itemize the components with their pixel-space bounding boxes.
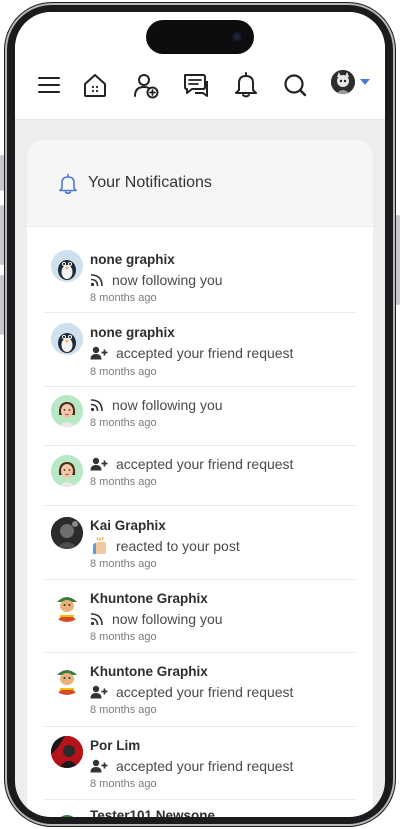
avatar	[51, 663, 83, 695]
notification-action: now following you	[90, 272, 223, 288]
timestamp: 8 months ago	[90, 366, 157, 378]
clap-reaction-icon	[90, 537, 112, 554]
rss-icon	[90, 272, 108, 288]
chevron-down-icon[interactable]	[360, 79, 370, 85]
bell-icon	[57, 173, 79, 200]
notification-item[interactable]: accepted your friend request 8 months ag…	[44, 446, 356, 506]
notification-action: reacted to your post	[90, 537, 240, 554]
action-text: accepted your friend request	[116, 345, 294, 361]
messages-icon[interactable]	[179, 68, 213, 102]
rss-icon	[90, 397, 108, 413]
timestamp: 8 months ago	[90, 417, 157, 429]
notification-sender[interactable]: Tester101 Newsone	[90, 808, 215, 817]
avatar	[51, 736, 83, 768]
timestamp: 8 months ago	[90, 476, 157, 488]
avatar	[51, 250, 83, 282]
notification-item[interactable]: Tester101 Newsone	[44, 800, 356, 817]
page-title: Your Notifications	[88, 174, 212, 191]
add-friend-icon	[90, 684, 112, 700]
notifications-card: Your Notifications none graphix now foll…	[27, 140, 373, 817]
notification-item[interactable]: none graphix accepted your friend reques…	[44, 313, 356, 387]
avatar	[51, 455, 83, 487]
menu-icon[interactable]	[32, 68, 66, 102]
action-text: accepted your friend request	[116, 758, 294, 774]
action-text: now following you	[112, 611, 223, 627]
timestamp: 8 months ago	[90, 292, 157, 304]
notifications-header: Your Notifications	[27, 140, 373, 227]
notification-item[interactable]: Por Lim accepted your friend request 8 m…	[44, 727, 356, 800]
add-friend-icon[interactable]	[129, 68, 163, 102]
search-icon[interactable]	[278, 68, 312, 102]
notification-action: now following you	[90, 611, 223, 627]
timestamp: 8 months ago	[90, 704, 157, 716]
action-text: accepted your friend request	[116, 684, 294, 700]
camera-icon	[232, 32, 242, 42]
notification-sender[interactable]: Por Lim	[90, 738, 140, 753]
action-text: now following you	[112, 272, 223, 288]
timestamp: 8 months ago	[90, 631, 157, 643]
action-text: reacted to your post	[116, 538, 240, 554]
add-friend-icon	[90, 456, 112, 472]
dynamic-island	[146, 20, 254, 54]
notification-sender[interactable]: Khuntone Graphix	[90, 664, 208, 679]
notification-item[interactable]: none graphix now following you 8 months …	[44, 238, 356, 313]
notification-sender[interactable]: Kai Graphix	[90, 518, 166, 533]
timestamp: 8 months ago	[90, 558, 157, 570]
notification-item[interactable]: Khuntone Graphix accepted your friend re…	[44, 653, 356, 727]
notification-action: accepted your friend request	[90, 456, 293, 472]
app-screen: Your Notifications none graphix now foll…	[15, 12, 385, 817]
phone-side-button	[0, 205, 4, 265]
notification-action: accepted your friend request	[90, 758, 293, 774]
notification-action: accepted your friend request	[90, 345, 293, 361]
notification-item[interactable]: Khuntone Graphix now following you 8 mon…	[44, 580, 356, 653]
timestamp: 8 months ago	[90, 778, 157, 790]
notification-sender[interactable]: Khuntone Graphix	[90, 591, 208, 606]
phone-power-button	[396, 215, 400, 305]
phone-side-button	[0, 275, 4, 335]
avatar	[51, 323, 83, 355]
notification-item[interactable]: Kai Graphix reacted to your post 8 month…	[44, 506, 356, 580]
notification-sender[interactable]: none graphix	[90, 252, 175, 267]
notification-action: accepted your friend request	[90, 684, 293, 700]
bell-icon[interactable]	[229, 68, 263, 102]
avatar	[51, 590, 83, 622]
profile-avatar[interactable]	[331, 70, 355, 94]
notification-sender[interactable]: none graphix	[90, 325, 175, 340]
home-icon[interactable]	[78, 68, 112, 102]
action-text: now following you	[112, 397, 223, 413]
avatar	[51, 517, 83, 549]
avatar	[51, 395, 83, 427]
notification-item[interactable]: now following you 8 months ago	[44, 387, 356, 446]
phone-side-button	[0, 155, 4, 191]
add-friend-icon	[90, 758, 112, 774]
add-friend-icon	[90, 345, 112, 361]
notification-action: now following you	[90, 397, 223, 413]
action-text: accepted your friend request	[116, 456, 294, 472]
rss-icon	[90, 611, 108, 627]
avatar	[51, 808, 83, 817]
